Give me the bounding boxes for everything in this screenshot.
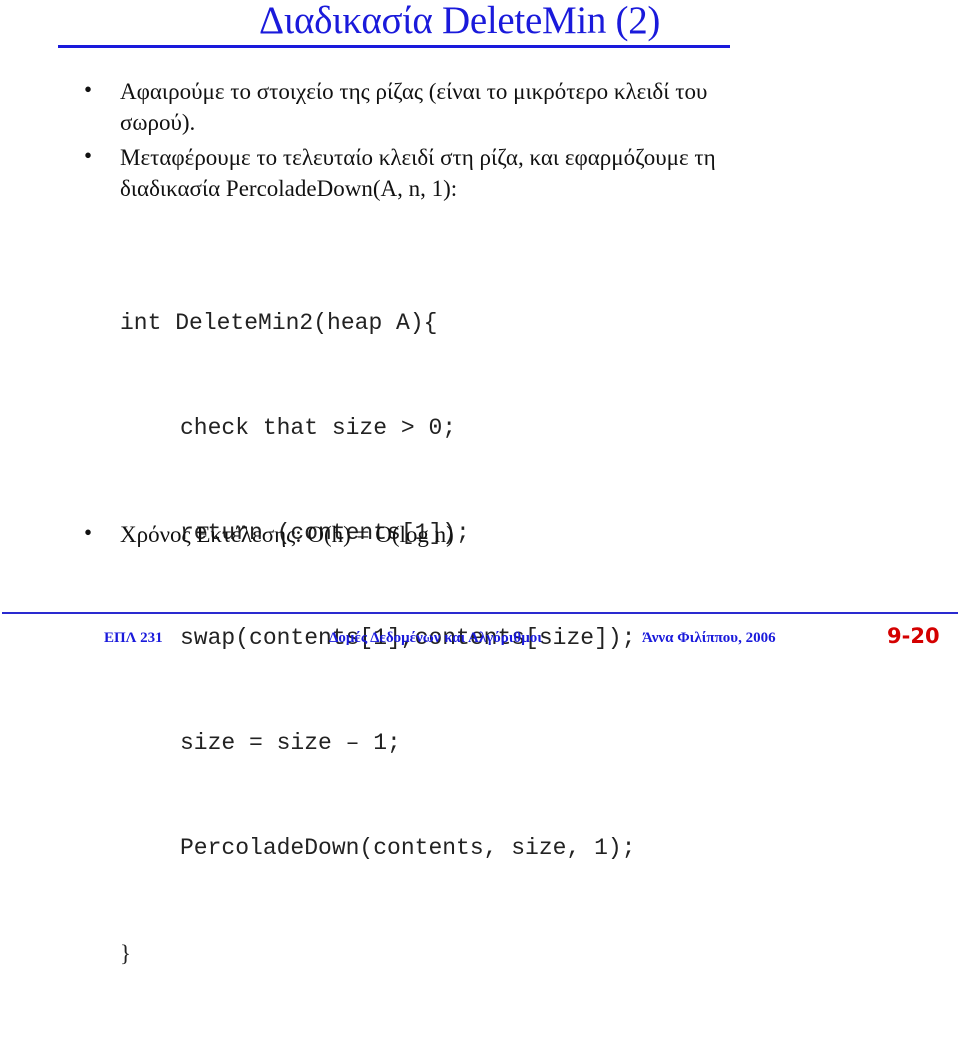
bullet-icon: •: [84, 520, 93, 545]
slide-title: Διαδικασία DeleteMin (2): [259, 0, 661, 42]
bullet-1-line-1: Αφαιρούμε το στοιχείο της ρίζας (είναι τ…: [120, 79, 708, 104]
bullet-1-line-2: σωρού).: [120, 110, 196, 135]
bullet-2-line-1: Μεταφέρουμε το τελευταίο κλειδί στη ρίζα…: [120, 145, 716, 170]
bullet-icon: •: [84, 143, 93, 168]
page-number: 9-20: [887, 624, 940, 648]
bullet-icon: •: [84, 77, 93, 102]
code-line: PercoladeDown(contents, size, 1);: [180, 835, 636, 861]
code-line: check that size > 0;: [180, 415, 457, 441]
bullet-3-line-1: Χρόνος Εκτέλεσης: O(h) = O(log n): [120, 522, 454, 547]
footer-author: Άννα Φιλίππου, 2006: [642, 630, 776, 646]
code-line: }: [120, 941, 132, 966]
title-underline: [58, 45, 730, 48]
code-line: int DeleteMin2(heap A){: [120, 310, 438, 336]
code-line: size = size – 1;: [180, 730, 401, 756]
bullet-2-line-2: διαδικασία PercoladeDown(A, n, 1):: [120, 176, 458, 201]
footer-rule: [2, 612, 958, 614]
footer-subject: Δομές Δεδομένων και Αλγόριθμοι: [329, 630, 542, 646]
footer-course: ΕΠΛ 231: [104, 630, 163, 646]
